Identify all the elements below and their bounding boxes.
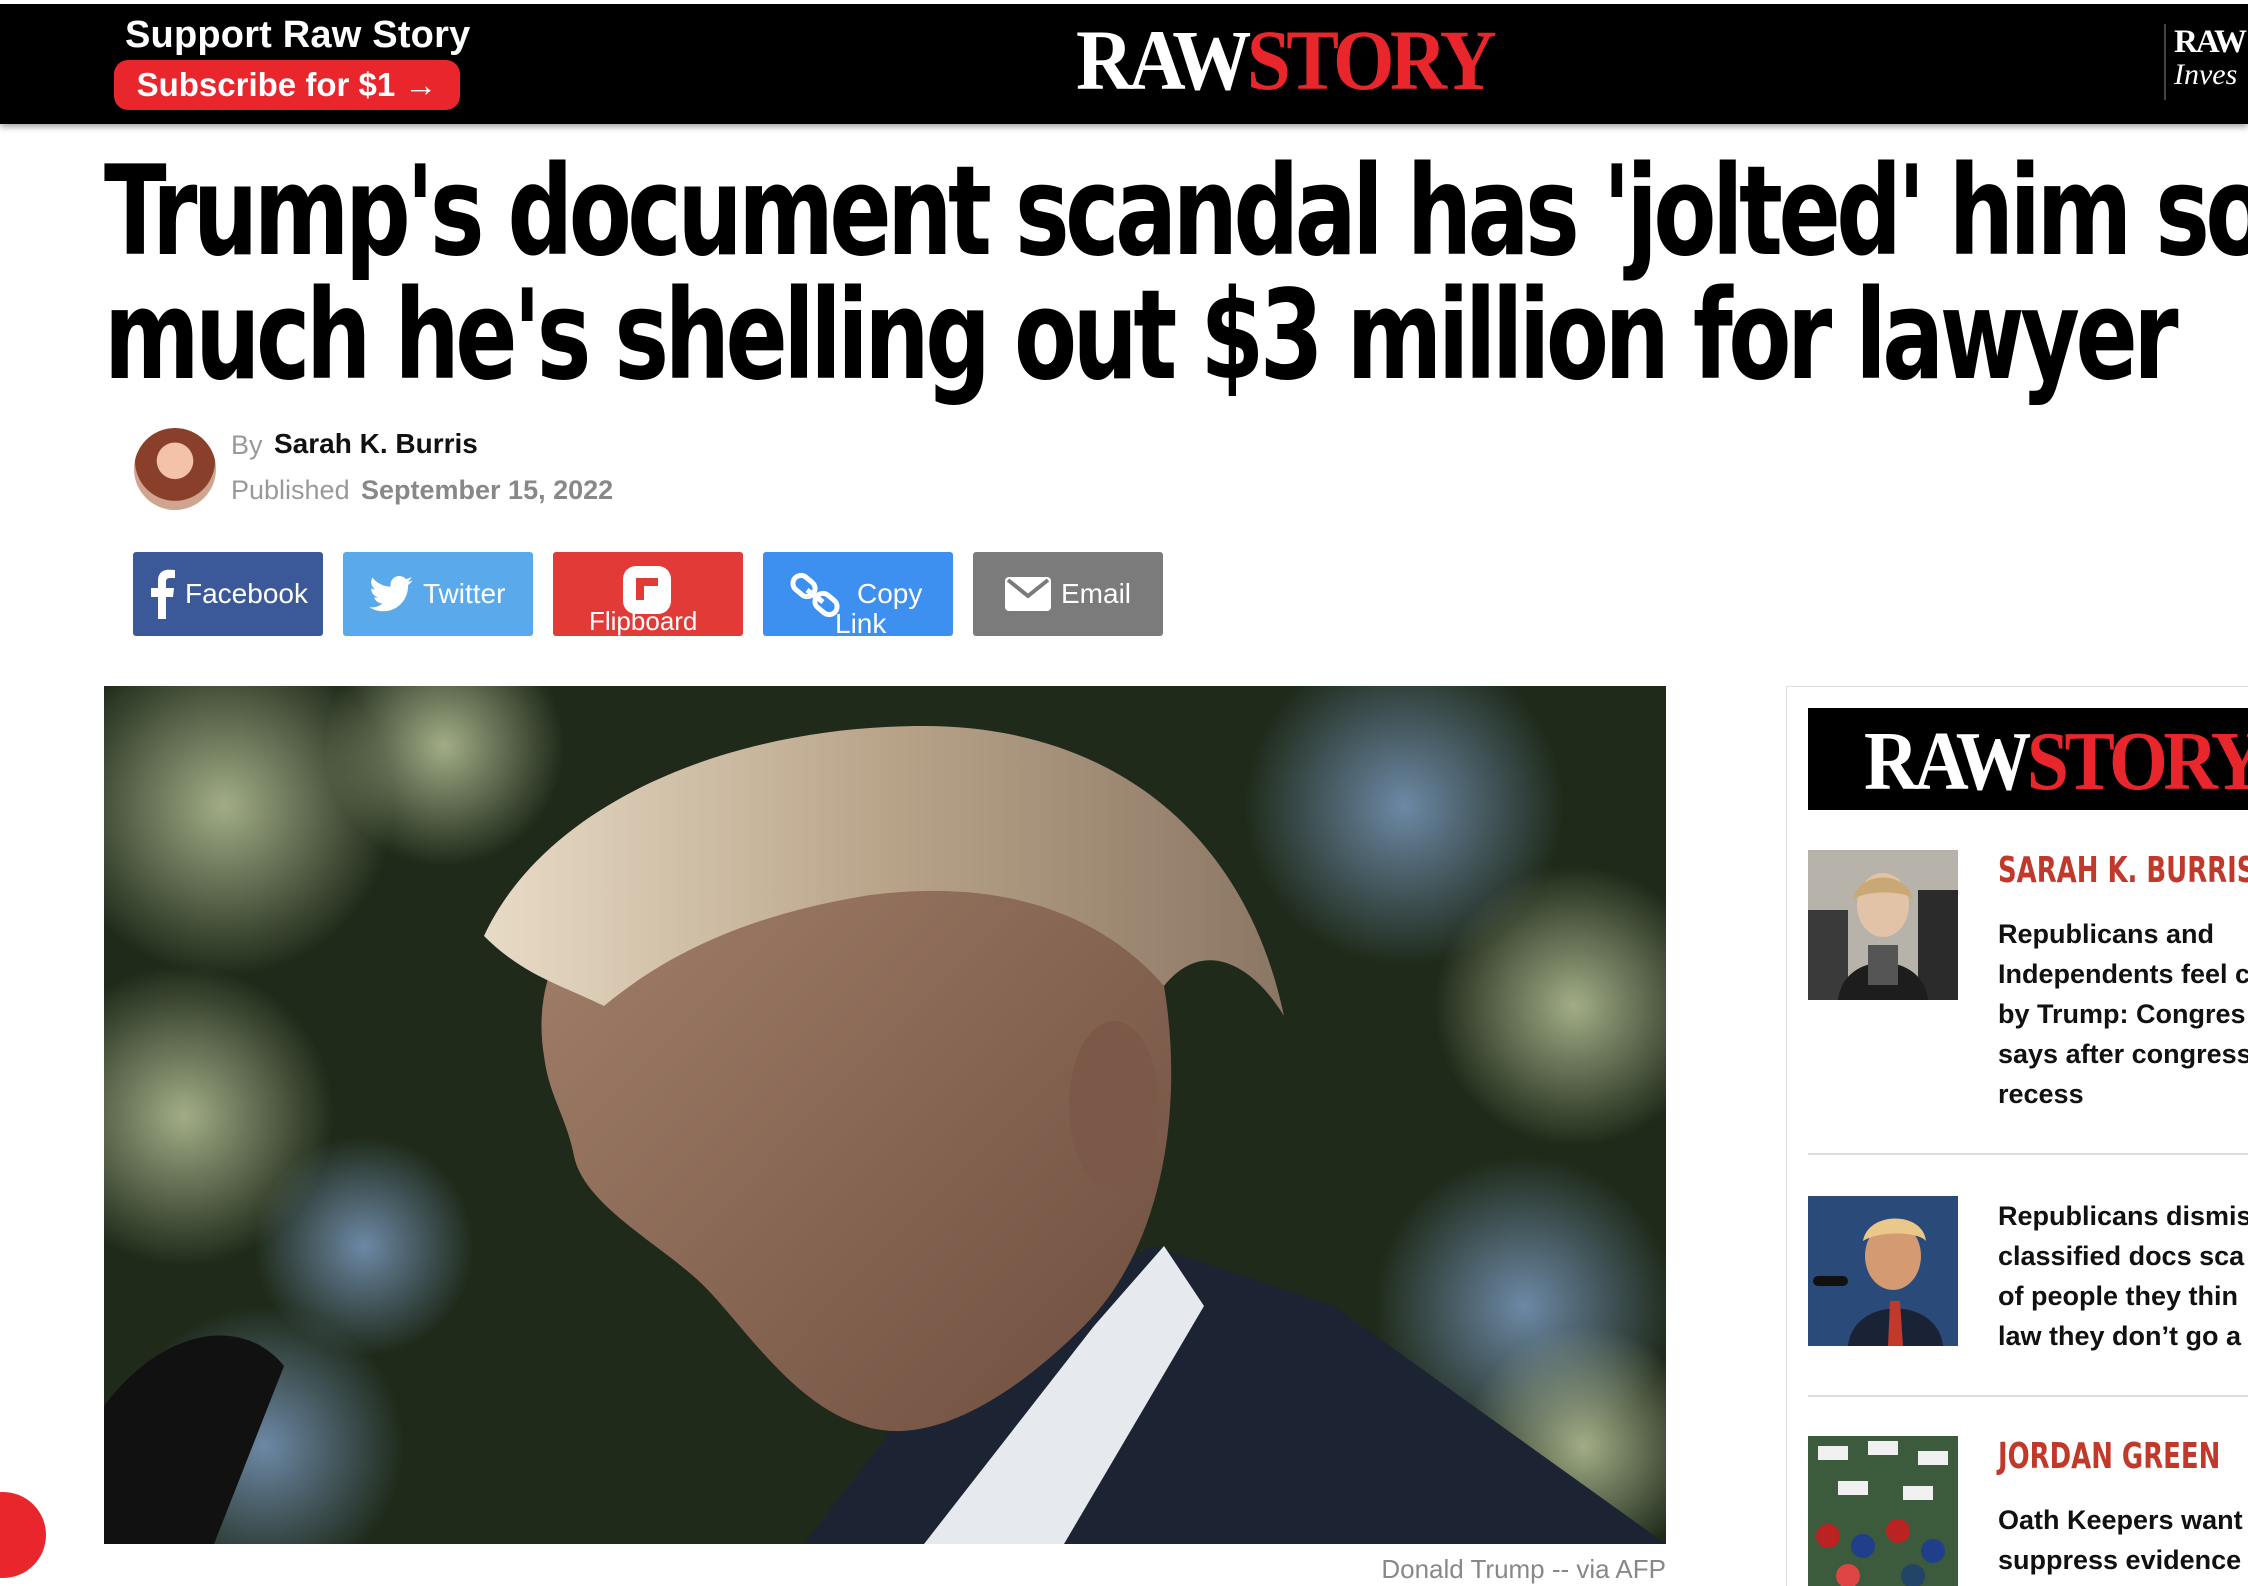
site-logo[interactable]: RAWSTORY [1076, 17, 1497, 103]
mini-logo-raw: RAW [2174, 24, 2247, 60]
copy-label-line1: Copy [857, 578, 923, 609]
thumbnail-photo [1808, 850, 1958, 1000]
copy-link-button[interactable]: Copy Link [763, 552, 953, 639]
twitter-share-button[interactable]: Twitter [343, 552, 533, 636]
by-label: By [231, 430, 263, 460]
headline-line-2: much he's shelling out $3 million for la… [104, 264, 2179, 408]
sidebar-logo-story: STORY [2026, 715, 2248, 808]
author-name[interactable]: Sarah K. Burris [274, 428, 478, 460]
sidebar-story-title[interactable]: Oath Keepers want suppress evidence [1998, 1500, 2248, 1580]
facebook-icon [151, 569, 175, 619]
sidebar-divider [1808, 1153, 2248, 1155]
article-headline: Trump's document scandal has 'jolted' hi… [104, 140, 2248, 408]
copy-label-line2: Link [835, 608, 887, 639]
hero-photo [104, 686, 1666, 1544]
sidebar-author[interactable]: JORDAN GREEN [1998, 1436, 2220, 1477]
mini-logo-investigates: Inves [2174, 58, 2238, 91]
facebook-share-button[interactable]: Facebook [133, 552, 323, 636]
author-avatar[interactable] [134, 428, 216, 510]
top-bar: Support Raw Story Subscribe for $1 → RAW… [0, 0, 2248, 124]
sidebar-thumbnail[interactable] [1808, 1436, 1958, 1586]
sidebar-author[interactable]: SARAH K. BURRIS [1998, 850, 2248, 891]
headline-line-1: Trump's document scandal has 'jolted' hi… [104, 140, 2248, 284]
published-label: Published [231, 475, 350, 505]
sidebar-logo: RAWSTORY [1864, 720, 2248, 804]
sidebar-thumbnail[interactable] [1808, 850, 1958, 1000]
thumbnail-photo [1808, 1196, 1958, 1346]
thumbnail-photo [1808, 1436, 1958, 1586]
investigates-logo[interactable]: RAW Inves [2164, 24, 2248, 100]
email-share-button[interactable]: Email [973, 552, 1163, 636]
published-date: September 15, 2022 [361, 475, 614, 505]
envelope-icon [1005, 577, 1051, 611]
sidebar-story-title[interactable]: Republicans and Independents feel c by T… [1998, 914, 2248, 1114]
logo-raw: RAW [1076, 12, 1251, 108]
floating-red-button[interactable] [0, 1492, 46, 1578]
twitter-label: Twitter [423, 578, 506, 609]
flipboard-share-button[interactable]: Flipboard [553, 552, 743, 636]
sidebar-divider [1808, 1395, 2248, 1397]
sidebar-logo-raw: RAW [1864, 715, 2031, 808]
sidebar-story-title[interactable]: Republicans dismis classified docs sca o… [1998, 1196, 2248, 1356]
support-title: Support Raw Story [125, 14, 471, 56]
facebook-label: Facebook [185, 578, 308, 609]
sidebar-banner[interactable]: RAWSTORY [1808, 708, 2248, 810]
logo-story: STORY [1246, 12, 1497, 108]
article-hero-image [104, 686, 1666, 1544]
subscribe-button[interactable]: Subscribe for $1 → [114, 60, 460, 110]
sidebar-thumbnail[interactable] [1808, 1196, 1958, 1346]
image-caption: Donald Trump -- via AFP [1381, 1554, 1666, 1584]
twitter-icon [369, 576, 413, 612]
flipboard-label: Flipboard [589, 606, 698, 636]
email-label: Email [1061, 578, 1132, 609]
